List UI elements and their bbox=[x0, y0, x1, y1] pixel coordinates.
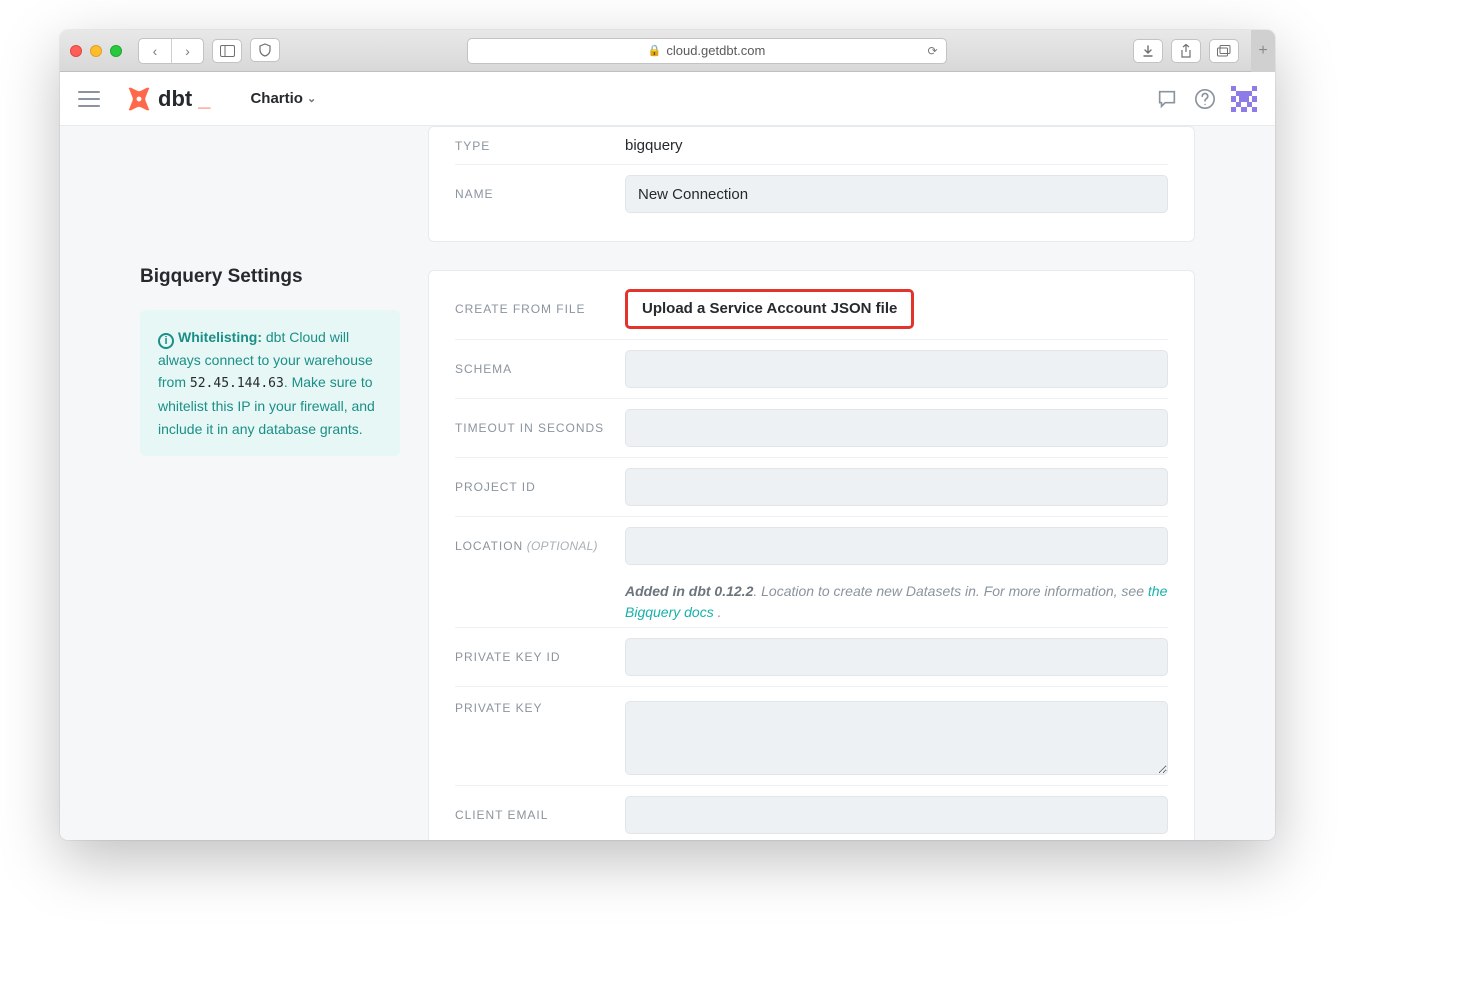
schema-label: SCHEMA bbox=[455, 362, 625, 376]
reload-icon[interactable]: ⟳ bbox=[927, 44, 937, 58]
menu-button[interactable] bbox=[78, 91, 100, 107]
connection-basic-card: TYPE bigquery NAME bbox=[428, 126, 1195, 242]
whitelist-info-box: iWhitelisting: dbt Cloud will always con… bbox=[140, 310, 400, 456]
name-label: NAME bbox=[455, 187, 625, 201]
downloads-button[interactable] bbox=[1133, 39, 1163, 63]
nav-buttons: ‹ › bbox=[138, 38, 204, 64]
content-scroll[interactable]: Bigquery Settings iWhitelisting: dbt Clo… bbox=[60, 126, 1275, 840]
lock-icon: 🔒 bbox=[648, 44, 662, 57]
tabs-button[interactable] bbox=[1209, 39, 1239, 63]
org-name: Chartio bbox=[250, 90, 303, 107]
chat-icon[interactable] bbox=[1155, 87, 1179, 111]
info-ip: 52.45.144.63 bbox=[190, 376, 284, 391]
create-from-file-label: CREATE FROM FILE bbox=[455, 302, 625, 316]
brand-cursor: _ bbox=[198, 86, 210, 112]
private-key-input[interactable] bbox=[625, 701, 1168, 775]
bigquery-settings-card: CREATE FROM FILE Upload a Service Accoun… bbox=[428, 270, 1195, 840]
brand-logo[interactable]: dbt_ bbox=[126, 86, 210, 112]
upload-highlight: Upload a Service Account JSON file bbox=[625, 289, 914, 329]
url-text: cloud.getdbt.com bbox=[666, 43, 765, 58]
private-key-id-label: PRIVATE KEY ID bbox=[455, 650, 625, 664]
info-icon: i bbox=[158, 333, 174, 349]
address-bar[interactable]: 🔒 cloud.getdbt.com ⟳ bbox=[467, 38, 947, 64]
org-switcher[interactable]: Chartio ⌄ bbox=[250, 90, 316, 107]
upload-json-button[interactable]: Upload a Service Account JSON file bbox=[642, 300, 897, 317]
project-id-input[interactable] bbox=[625, 468, 1168, 506]
location-helper: Added in dbt 0.12.2. Location to create … bbox=[625, 581, 1168, 623]
type-label: TYPE bbox=[455, 139, 625, 153]
sidebar-toggle-button[interactable] bbox=[212, 39, 242, 63]
page-viewport: dbt_ Chartio ⌄ bbox=[60, 72, 1275, 840]
share-button[interactable] bbox=[1171, 39, 1201, 63]
browser-window: ‹ › 🔒 cloud.getdbt.com ⟳ bbox=[60, 30, 1275, 840]
dbt-logo-icon bbox=[126, 86, 152, 112]
location-input[interactable] bbox=[625, 527, 1168, 565]
location-label: LOCATION (OPTIONAL) bbox=[455, 539, 625, 553]
type-value: bigquery bbox=[625, 137, 683, 154]
client-email-input[interactable] bbox=[625, 796, 1168, 834]
forward-button[interactable]: › bbox=[171, 39, 203, 63]
private-key-id-input[interactable] bbox=[625, 638, 1168, 676]
new-tab-button[interactable]: + bbox=[1251, 30, 1275, 72]
form-main: TYPE bigquery NAME CREATE FROM FILE bbox=[428, 126, 1195, 840]
privacy-report-button[interactable] bbox=[250, 38, 280, 62]
avatar[interactable] bbox=[1231, 86, 1257, 112]
maximize-window-button[interactable] bbox=[110, 45, 122, 57]
timeout-input[interactable] bbox=[625, 409, 1168, 447]
name-input[interactable] bbox=[625, 175, 1168, 213]
settings-sidebar: Bigquery Settings iWhitelisting: dbt Clo… bbox=[140, 126, 400, 456]
schema-input[interactable] bbox=[625, 350, 1168, 388]
chevron-down-icon: ⌄ bbox=[307, 92, 316, 105]
timeout-label: TIMEOUT IN SECONDS bbox=[455, 421, 625, 435]
close-window-button[interactable] bbox=[70, 45, 82, 57]
browser-toolbar: ‹ › 🔒 cloud.getdbt.com ⟳ bbox=[60, 30, 1275, 72]
sidebar-title: Bigquery Settings bbox=[140, 266, 400, 288]
brand-text: dbt bbox=[158, 86, 192, 112]
help-icon[interactable] bbox=[1193, 87, 1217, 111]
minimize-window-button[interactable] bbox=[90, 45, 102, 57]
app-header: dbt_ Chartio ⌄ bbox=[60, 72, 1275, 126]
back-button[interactable]: ‹ bbox=[139, 39, 171, 63]
client-email-label: CLIENT EMAIL bbox=[455, 808, 625, 822]
info-lead: Whitelisting: bbox=[178, 329, 262, 345]
window-controls bbox=[70, 45, 122, 57]
private-key-label: PRIVATE KEY bbox=[455, 701, 625, 715]
project-id-label: PROJECT ID bbox=[455, 480, 625, 494]
